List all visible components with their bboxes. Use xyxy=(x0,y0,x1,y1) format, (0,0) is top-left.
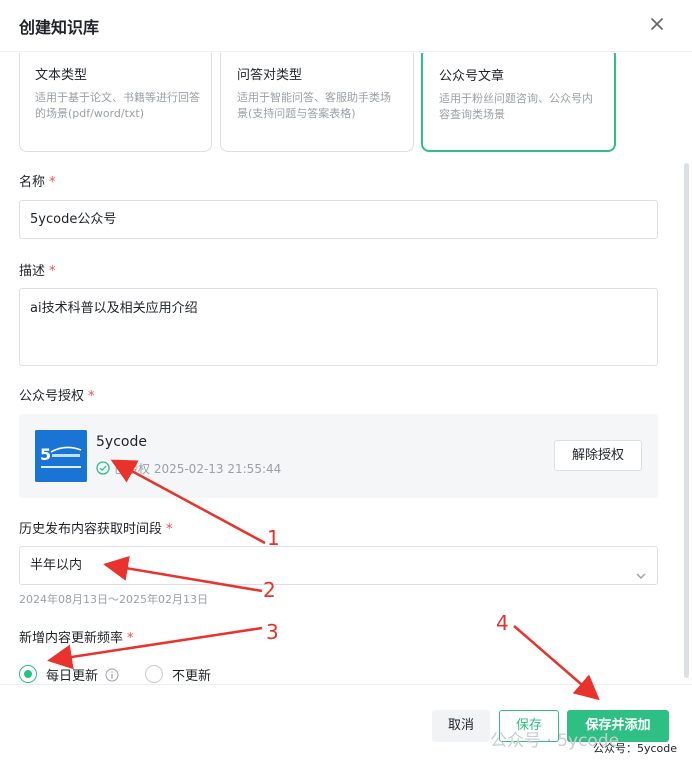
create-knowledge-base-dialog: 创建知识库 文本类型 适用于基于论文、书籍等进行回答的场景(pdf/word/t… xyxy=(0,0,692,765)
chevron-down-icon xyxy=(635,560,647,597)
annotation-number-1: 1 xyxy=(267,526,280,550)
account-logo: 5 xyxy=(35,430,87,482)
annotation-number-4: 4 xyxy=(496,611,509,635)
type-card-desc: 适用于基于论文、书籍等进行回答的场景(pdf/word/txt) xyxy=(35,91,200,120)
radio-label: 每日更新 xyxy=(46,665,119,683)
type-card-official-account[interactable]: 公众号文章 适用于粉丝问题咨询、公众号内容查询类场景 xyxy=(421,53,616,152)
info-icon xyxy=(105,668,119,682)
type-card-desc: 适用于智能问答、客服助手类场景(支持问题与答案表格) xyxy=(237,91,391,120)
radio-circle xyxy=(19,665,37,683)
check-circle-icon xyxy=(96,461,110,478)
radio-circle xyxy=(145,665,163,683)
type-card-qa[interactable]: 问答对类型 适用于智能问答、客服助手类场景(支持问题与答案表格) xyxy=(220,53,414,152)
svg-text:5: 5 xyxy=(40,445,51,464)
type-card-text[interactable]: 文本类型 适用于基于论文、书籍等进行回答的场景(pdf/word/txt) xyxy=(19,53,212,152)
name-label: 名称 * xyxy=(19,175,56,190)
annotation-number-3: 3 xyxy=(266,620,279,644)
update-frequency-label: 新增内容更新频率 * xyxy=(19,631,134,646)
history-range-value: 半年以内 xyxy=(30,558,83,573)
annotation-number-2: 2 xyxy=(263,578,276,602)
radio-no-update[interactable]: 不更新 xyxy=(145,664,225,683)
dialog-body[interactable]: 文本类型 适用于基于论文、书籍等进行回答的场景(pdf/word/txt) 问答… xyxy=(0,53,692,683)
dialog-header: 创建知识库 xyxy=(0,0,692,52)
save-button[interactable]: 保存 xyxy=(499,710,559,742)
account-name: 5ycode xyxy=(96,434,147,450)
auth-panel: 5 5ycode 已授权 2025-02-13 21:55:44 解除授权 xyxy=(19,414,658,498)
history-range-label: 历史发布内容获取时间段 * xyxy=(19,522,173,537)
description-textarea[interactable]: ai技术科普以及相关应用介绍 xyxy=(19,288,658,366)
dialog-footer: 取消 保存 保存并添加 xyxy=(0,684,692,765)
auth-label: 公众号授权 * xyxy=(19,389,95,404)
auth-status-text: 已授权 2025-02-13 21:55:44 xyxy=(114,462,282,476)
cancel-button[interactable]: 取消 xyxy=(432,710,490,742)
description-label: 描述 * xyxy=(19,264,56,279)
scrollbar[interactable] xyxy=(684,163,689,678)
type-card-desc: 适用于粉丝问题咨询、公众号内容查询类场景 xyxy=(439,92,593,121)
save-and-add-button[interactable]: 保存并添加 xyxy=(567,710,669,742)
close-icon[interactable] xyxy=(647,14,667,34)
revoke-auth-button[interactable]: 解除授权 xyxy=(554,440,642,471)
type-card-title: 文本类型 xyxy=(35,68,88,83)
auth-status: 已授权 2025-02-13 21:55:44 xyxy=(96,460,281,478)
dialog-title: 创建知识库 xyxy=(19,18,100,37)
type-card-title: 公众号文章 xyxy=(439,69,505,84)
name-input[interactable]: 5ycode公众号 xyxy=(19,200,658,239)
history-range-hint: 2024年08月13日～2025年02月13日 xyxy=(19,593,208,606)
type-card-title: 问答对类型 xyxy=(237,68,303,83)
history-range-select[interactable]: 半年以内 xyxy=(19,546,658,585)
radio-daily-update[interactable]: 每日更新 xyxy=(19,664,129,683)
radio-label: 不更新 xyxy=(172,669,212,683)
